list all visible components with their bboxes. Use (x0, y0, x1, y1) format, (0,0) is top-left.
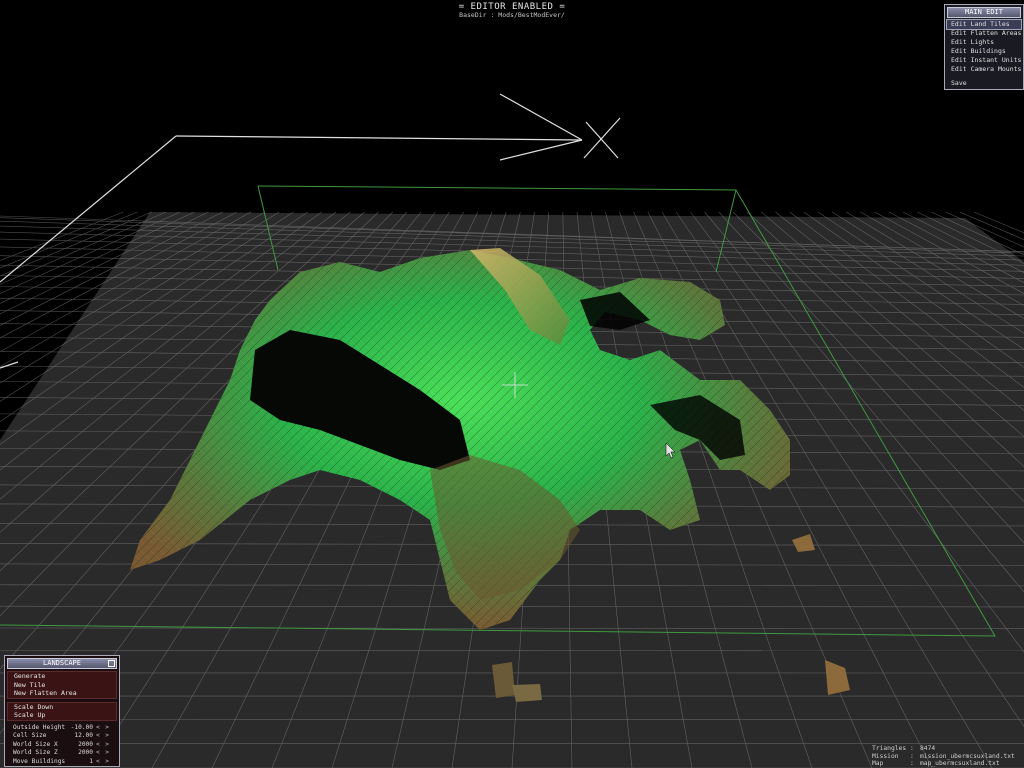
info-mission: Mission : mission_ubermcsuxland.txt (872, 753, 1015, 761)
triangle-count: 8474 (920, 745, 936, 752)
menu-item-edit-camera-mounts[interactable]: Edit Camera Mounts (947, 65, 1021, 74)
param-stepper[interactable]: < > (96, 724, 109, 732)
info-label: Mission (872, 752, 899, 760)
param-stepper[interactable]: < > (96, 758, 109, 766)
param-value: 2000 (78, 749, 93, 757)
new-tile-button[interactable]: New Tile (8, 681, 116, 690)
menu-item-edit-land-tiles[interactable]: Edit Land Tiles (946, 18, 1022, 31)
param-value: 12.00 (74, 732, 93, 740)
menu-item-edit-flatten-areas[interactable]: Edit Flatten Areas (947, 29, 1021, 38)
basedir-label: BaseDir : Mods/BestModEver/ (459, 11, 565, 19)
info-map: Map : map_ubermcsuxland.txt (872, 760, 1015, 768)
3d-viewport[interactable] (0, 0, 1024, 768)
landscape-title: LANDSCAPE (7, 658, 117, 669)
decrement-icon[interactable]: < (96, 758, 100, 766)
scene-info: Triangles : 8474 Mission : mission_uberm… (872, 745, 1015, 768)
param-world-size-x: World Size X 2000 < > (7, 741, 117, 749)
info-label: Map (872, 760, 884, 768)
param-label: World Size X (13, 740, 58, 748)
menu-item-edit-lights[interactable]: Edit Lights (947, 38, 1021, 47)
param-label: World Size Z (13, 749, 58, 757)
landscape-scale-actions: Scale Down Scale Up (7, 701, 117, 721)
decrement-icon[interactable]: < (96, 724, 100, 732)
scale-up-button[interactable]: Scale Up (8, 711, 116, 720)
param-label: Cell Size (13, 732, 47, 740)
map-file: map_ubermcsuxland.txt (920, 760, 1000, 768)
param-outside-height: Outside Height -10.00 < > (7, 724, 117, 732)
increment-icon[interactable]: > (105, 758, 109, 766)
info-separator: : (910, 752, 914, 760)
main-edit-panel: MAIN EDIT Edit Land Tiles Edit Flatten A… (944, 4, 1024, 90)
info-triangles: Triangles : 8474 (872, 745, 1015, 753)
param-stepper[interactable]: < > (96, 741, 109, 749)
mission-file: mission_ubermcsuxland.txt (920, 752, 1015, 760)
menu-item-edit-buildings[interactable]: Edit Buildings (947, 47, 1021, 56)
landscape-actions: Generate New Tile New Flatten Area (7, 671, 117, 699)
new-flatten-area-button[interactable]: New Flatten Area (8, 689, 116, 698)
generate-button[interactable]: Generate (8, 672, 116, 681)
landscape-title-text: LANDSCAPE (43, 659, 81, 667)
landscape-panel: LANDSCAPE Generate New Tile New Flatten … (4, 655, 120, 767)
param-move-buildings: Move Buildings 1 < > (7, 758, 117, 766)
save-button[interactable]: Save (947, 79, 1021, 88)
param-value: 1 (89, 757, 93, 765)
param-value: 2000 (78, 740, 93, 748)
close-icon[interactable] (108, 660, 115, 667)
param-value: -10.00 (70, 723, 93, 731)
main-edit-title: MAIN EDIT (947, 7, 1021, 18)
scale-down-button[interactable]: Scale Down (8, 703, 116, 712)
decrement-icon[interactable]: < (96, 749, 100, 757)
param-world-size-z: World Size Z 2000 < > (7, 749, 117, 757)
info-separator: : (910, 760, 914, 768)
increment-icon[interactable]: > (105, 724, 109, 732)
landscape-params: Outside Height -10.00 < > Cell Size 12.00… (7, 724, 117, 766)
main-edit-menu: Edit Land Tiles Edit Flatten Areas Edit … (946, 18, 1022, 88)
increment-icon[interactable]: > (105, 732, 109, 740)
menu-item-edit-instant-units[interactable]: Edit Instant Units (947, 56, 1021, 65)
param-stepper[interactable]: < > (96, 732, 109, 740)
param-stepper[interactable]: < > (96, 749, 109, 757)
info-separator: : (910, 745, 914, 752)
param-label: Outside Height (13, 723, 66, 731)
decrement-icon[interactable]: < (96, 732, 100, 740)
info-label: Triangles (872, 745, 907, 752)
param-cell-size: Cell Size 12.00 < > (7, 732, 117, 740)
increment-icon[interactable]: > (105, 741, 109, 749)
param-label: Move Buildings (13, 757, 66, 765)
decrement-icon[interactable]: < (96, 741, 100, 749)
increment-icon[interactable]: > (105, 749, 109, 757)
